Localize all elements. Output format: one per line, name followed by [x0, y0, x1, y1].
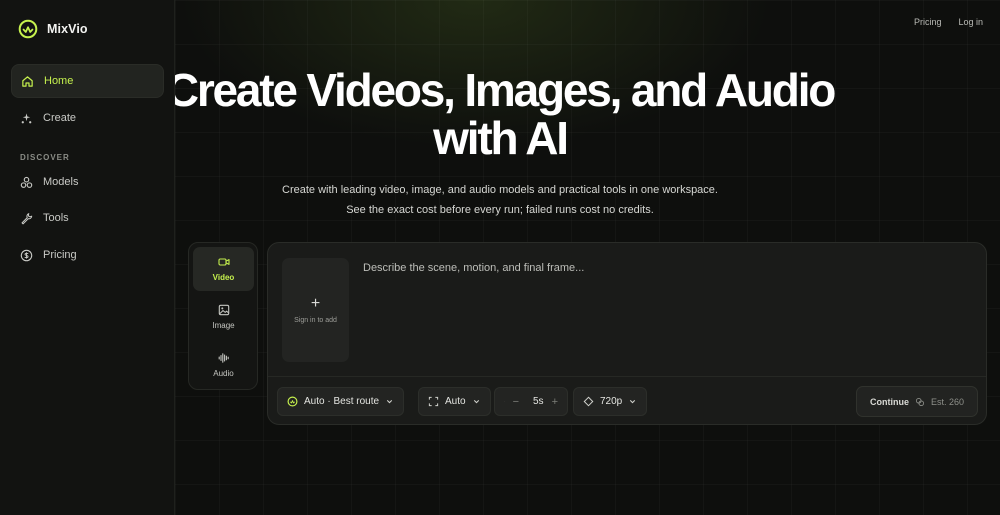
resolution-value: 720p: [600, 396, 623, 407]
wrench-icon: [21, 212, 33, 224]
credits-icon: [915, 397, 924, 406]
mode-label: Video: [212, 273, 235, 282]
aspect-ratio-value: Auto: [445, 396, 466, 407]
mode-tab-audio[interactable]: Audio: [193, 343, 254, 387]
expand-icon: [428, 396, 439, 407]
sidebar-item-pricing[interactable]: Pricing: [11, 238, 164, 272]
chevron-down-icon: [386, 400, 393, 404]
cubes-icon: [20, 176, 33, 188]
upload-reference-button[interactable]: + Sign in to add: [282, 258, 349, 362]
hero-title-line-2: with AI: [433, 112, 569, 164]
model-select[interactable]: Auto · Best route: [277, 387, 405, 416]
composer: + Sign in to add Auto · Best route Auto: [267, 242, 987, 425]
sparkle-icon: [21, 112, 32, 123]
duration-decrement-button[interactable]: −: [513, 396, 519, 408]
image-icon: [218, 304, 229, 316]
pricing-link[interactable]: Pricing: [914, 17, 942, 27]
mode-tab-video[interactable]: Video: [193, 247, 254, 291]
section-label-discover: DISCOVER: [20, 153, 70, 162]
hero-subtitle: Create with leading video, image, and au…: [175, 180, 1000, 220]
video-camera-icon: [217, 258, 230, 266]
sidebar-item-label: Tools: [43, 212, 69, 224]
sidebar-item-label: Home: [44, 75, 74, 87]
auto-route-icon: [287, 396, 298, 407]
sidebar-item-models[interactable]: Models: [11, 165, 164, 199]
chevron-down-icon: [473, 400, 479, 404]
cost-estimate: Est. 260: [930, 396, 965, 407]
home-icon: [22, 75, 33, 87]
clock-icon: [504, 401, 505, 402]
brand-name: MixVio: [47, 22, 88, 36]
sidebar-item-tools[interactable]: Tools: [11, 201, 164, 235]
prompt-input[interactable]: [363, 262, 963, 274]
hero-title: Create Videos, Images, and Audio with AI: [175, 66, 1000, 162]
hero-subtitle-line-2: See the exact cost before every run; fai…: [346, 204, 654, 216]
waveform-icon: [218, 353, 229, 363]
duration-value: 5s: [533, 396, 544, 407]
mode-tab-image[interactable]: Image: [193, 295, 254, 339]
sidebar-item-home[interactable]: Home: [11, 64, 164, 98]
hero-title-line-1: Create Videos, Images, and Audio: [175, 64, 836, 116]
diamond-icon: [583, 396, 594, 407]
aspect-ratio-select[interactable]: Auto: [418, 387, 491, 416]
duration-stepper: − 5s +: [494, 387, 568, 416]
dollar-circle-icon: [20, 249, 33, 261]
continue-button[interactable]: Continue Est. 260: [856, 386, 978, 417]
sidebar-item-label: Pricing: [43, 249, 77, 261]
model-select-value: Auto · Best route: [304, 396, 380, 407]
plus-icon: +: [310, 294, 321, 312]
upload-label: Sign in to add: [294, 316, 337, 324]
sidebar-item-label: Create: [43, 112, 77, 124]
mixvio-logo-icon: [18, 19, 38, 39]
sidebar-item-label: Models: [43, 176, 79, 188]
brand[interactable]: MixVio: [18, 19, 88, 39]
chevron-down-icon: [630, 400, 636, 404]
login-link[interactable]: Log in: [958, 17, 983, 27]
continue-label: Continue: [869, 396, 909, 407]
mode-switcher: Video Image Audio: [188, 242, 258, 390]
top-nav: Pricing Log in: [914, 17, 983, 27]
duration-increment-button[interactable]: +: [552, 396, 558, 408]
resolution-select[interactable]: 720p: [573, 387, 648, 416]
hero-subtitle-line-1: Create with leading video, image, and au…: [282, 184, 718, 196]
sidebar: MixVio Home Create DISCOVER Models Tools…: [0, 0, 175, 515]
sidebar-item-create[interactable]: Create: [11, 101, 164, 135]
main-area: Pricing Log in Create Videos, Images, an…: [175, 0, 1000, 515]
mode-label: Audio: [213, 369, 234, 378]
mode-label: Image: [212, 321, 235, 330]
composer-toolbar: Auto · Best route Auto − 5s + 720p Conti…: [268, 376, 986, 424]
